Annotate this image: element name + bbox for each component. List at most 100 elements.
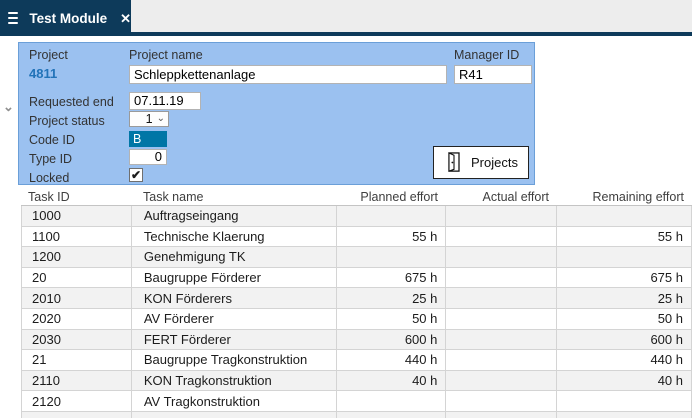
table-row[interactable]: 2030FERT Förderer600 h600 h	[22, 330, 692, 351]
cell-task-id[interactable]: 1100	[22, 227, 132, 247]
manager-id-label: Manager ID	[454, 48, 519, 62]
cell-planned[interactable]	[337, 391, 447, 411]
cell-remaining[interactable]: 55 h	[557, 227, 692, 247]
cell-remaining[interactable]: 40 h	[557, 371, 692, 391]
table-row[interactable]: 2120AV Tragkonstruktion	[22, 391, 692, 412]
locked-label: Locked	[29, 171, 69, 185]
requested-end-input[interactable]: 07.11.19	[129, 92, 201, 110]
cell-task-id[interactable]: 1200	[22, 247, 132, 267]
projects-button[interactable]: Projects	[433, 146, 529, 179]
task-table: Task ID Task name Planned effort Actual …	[21, 188, 692, 418]
cell-remaining[interactable]	[557, 247, 692, 267]
cell-remaining[interactable]: 600 h	[557, 330, 692, 350]
table-row-partial[interactable]	[22, 412, 692, 418]
checkmark-icon: ✔	[131, 169, 141, 181]
table-row[interactable]: 20Baugruppe Förderer675 h675 h	[22, 268, 692, 289]
table-row[interactable]: 21Baugruppe Tragkonstruktion440 h440 h	[22, 350, 692, 371]
locked-checkbox[interactable]: ✔	[129, 168, 143, 182]
project-status-value: 1	[146, 112, 153, 126]
menu-icon[interactable]	[8, 12, 18, 24]
cell-task-id[interactable]: 21	[22, 350, 132, 370]
cell-actual[interactable]	[446, 371, 557, 391]
cell-actual[interactable]	[446, 206, 557, 226]
cell-planned[interactable]	[337, 206, 447, 226]
cell-task-name[interactable]: AV Tragkonstruktion	[132, 391, 337, 411]
tab-test-module[interactable]: Test Module ✕	[0, 0, 131, 36]
table-row[interactable]: 2110KON Tragkonstruktion40 h40 h	[22, 371, 692, 392]
col-header-actual-effort: Actual effort	[446, 190, 557, 204]
cell-task-id[interactable]: 2110	[22, 371, 132, 391]
cell-task-name[interactable]: KON Tragkonstruktion	[132, 371, 337, 391]
cell-remaining[interactable]: 25 h	[557, 288, 692, 308]
code-id-label: Code ID	[29, 133, 75, 147]
manager-id-input[interactable]: R41	[454, 65, 532, 84]
cell-task-id[interactable]: 2120	[22, 391, 132, 411]
type-id-input[interactable]: 0	[129, 149, 167, 165]
cell-planned[interactable]: 40 h	[337, 371, 447, 391]
project-label: Project	[29, 48, 68, 62]
door-icon	[444, 151, 464, 174]
cell-actual[interactable]	[446, 350, 557, 370]
table-row[interactable]: 1200Genehmigung TK	[22, 247, 692, 268]
table-row[interactable]: 2010KON Förderers25 h25 h	[22, 288, 692, 309]
cell-remaining[interactable]: 50 h	[557, 309, 692, 329]
cell-actual[interactable]	[446, 247, 557, 267]
cell-remaining[interactable]	[557, 206, 692, 226]
cell-actual[interactable]	[446, 309, 557, 329]
task-table-body: 1000Auftragseingang1100Technische Klaeru…	[21, 206, 692, 418]
cell-planned[interactable]	[337, 247, 447, 267]
col-header-remaining-effort: Remaining effort	[557, 190, 692, 204]
cell-task-name[interactable]: Technische Klaerung	[132, 227, 337, 247]
cell-remaining[interactable]: 440 h	[557, 350, 692, 370]
cell-empty	[22, 412, 132, 418]
cell-task-id[interactable]: 2010	[22, 288, 132, 308]
project-status-select[interactable]: 1 ⌄	[129, 111, 169, 127]
cell-planned[interactable]: 50 h	[337, 309, 447, 329]
col-header-task-id: Task ID	[21, 190, 131, 204]
tab-bar: Test Module ✕	[0, 0, 692, 36]
col-header-task-name: Task name	[131, 190, 336, 204]
cell-task-id[interactable]: 2030	[22, 330, 132, 350]
table-row[interactable]: 1100Technische Klaerung55 h55 h	[22, 227, 692, 248]
cell-actual[interactable]	[446, 288, 557, 308]
collapse-chevron-icon[interactable]: ⌄	[3, 100, 14, 113]
project-name-label: Project name	[129, 48, 203, 62]
project-panel: Project Project name Manager ID 4811 Sch…	[18, 42, 535, 185]
cell-task-name[interactable]: FERT Förderer	[132, 330, 337, 350]
cell-task-name[interactable]: Genehmigung TK	[132, 247, 337, 267]
close-icon[interactable]: ✕	[120, 12, 131, 25]
cell-planned[interactable]: 55 h	[337, 227, 447, 247]
code-id-field[interactable]: B	[129, 131, 167, 147]
project-id-link[interactable]: 4811	[29, 66, 57, 81]
cell-task-id[interactable]: 1000	[22, 206, 132, 226]
type-id-label: Type ID	[29, 152, 72, 166]
table-row[interactable]: 1000Auftragseingang	[22, 206, 692, 227]
projects-button-label: Projects	[471, 155, 518, 170]
requested-end-label: Requested end	[29, 95, 114, 109]
cell-task-name[interactable]: AV Förderer	[132, 309, 337, 329]
table-row[interactable]: 2020AV Förderer50 h50 h	[22, 309, 692, 330]
cell-planned[interactable]: 600 h	[337, 330, 447, 350]
cell-actual[interactable]	[446, 391, 557, 411]
cell-actual[interactable]	[446, 330, 557, 350]
cell-planned[interactable]: 675 h	[337, 268, 447, 288]
cell-task-id[interactable]: 20	[22, 268, 132, 288]
chevron-down-icon: ⌄	[157, 114, 165, 124]
project-name-input[interactable]: Schleppkettenanlage	[129, 65, 447, 84]
cell-empty	[557, 412, 692, 418]
cell-actual[interactable]	[446, 227, 557, 247]
cell-task-name[interactable]: Baugruppe Tragkonstruktion	[132, 350, 337, 370]
cell-task-name[interactable]: KON Förderers	[132, 288, 337, 308]
cell-task-name[interactable]: Baugruppe Förderer	[132, 268, 337, 288]
cell-actual[interactable]	[446, 268, 557, 288]
cell-remaining[interactable]: 675 h	[557, 268, 692, 288]
cell-task-name[interactable]: Auftragseingang	[132, 206, 337, 226]
cell-planned[interactable]: 25 h	[337, 288, 447, 308]
cell-planned[interactable]: 440 h	[337, 350, 447, 370]
task-table-header: Task ID Task name Planned effort Actual …	[21, 188, 692, 206]
cell-remaining[interactable]	[557, 391, 692, 411]
cell-empty	[132, 412, 337, 418]
col-header-planned-effort: Planned effort	[336, 190, 446, 204]
project-status-label: Project status	[29, 114, 105, 128]
cell-task-id[interactable]: 2020	[22, 309, 132, 329]
